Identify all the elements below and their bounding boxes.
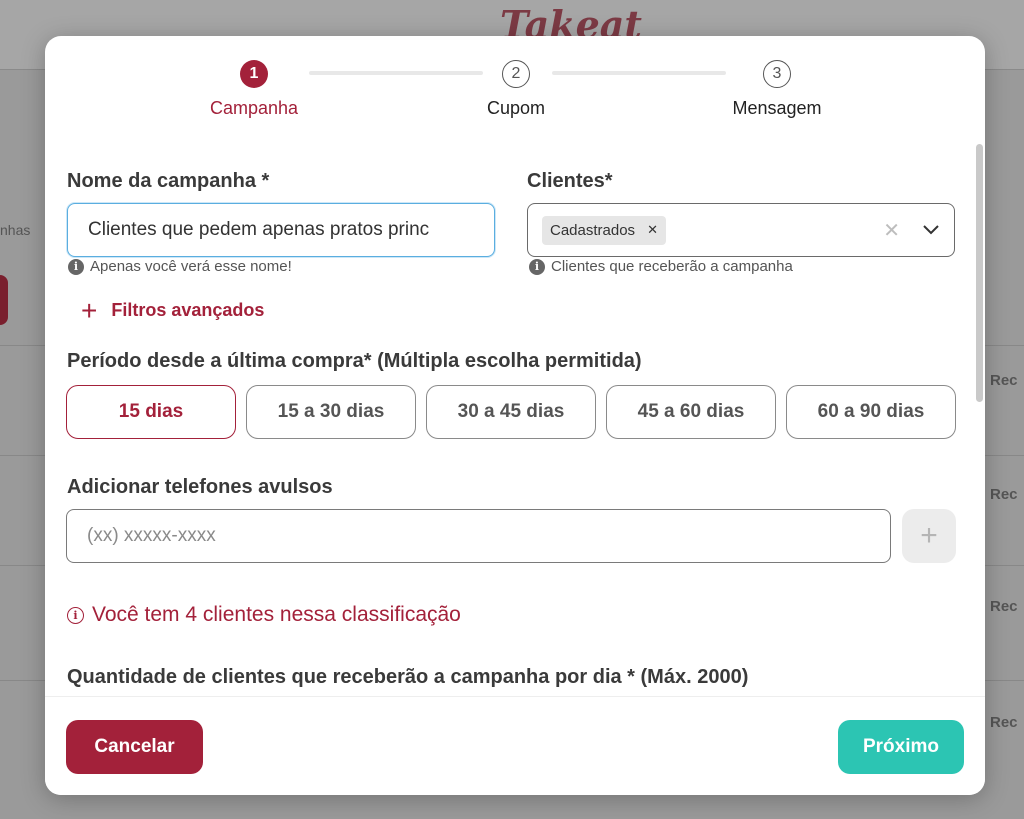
campaign-name-hint: i Apenas você verá esse nome!: [68, 258, 292, 275]
phones-label: Adicionar telefones avulsos: [67, 476, 333, 498]
hint-text: Clientes que receberão a campanha: [551, 258, 793, 275]
background-right-text: Rec: [990, 714, 1018, 731]
period-option-30-45[interactable]: 30 a 45 dias: [426, 385, 596, 439]
step-label: Mensagem: [732, 98, 822, 118]
clients-hint: i Clientes que receberão a campanha: [529, 258, 793, 275]
hint-text: Apenas você verá esse nome!: [90, 258, 292, 275]
step-number: 3: [763, 60, 791, 88]
background-side-text: nhas: [0, 222, 31, 238]
period-label: Período desde a última compra* (Múltipla…: [67, 350, 642, 372]
advanced-filters-label: Filtros avançados: [111, 300, 265, 320]
chip-label: Cadastrados: [550, 221, 636, 239]
notice-text: Você tem 4 clientes nessa classificação: [92, 603, 461, 626]
campaign-modal: 1 Campanha 2 Cupom 3 Mensagem Nome da ca…: [45, 36, 985, 795]
info-icon: i: [529, 258, 545, 275]
daily-clients-label: Quantidade de clientes que receberão a c…: [67, 666, 749, 688]
add-phone-button[interactable]: +: [902, 509, 956, 563]
step-label: Cupom: [486, 98, 546, 118]
modal-scroll-area[interactable]: 1 Campanha 2 Cupom 3 Mensagem Nome da ca…: [45, 36, 985, 696]
step-label: Campanha: [209, 98, 299, 118]
clients-label: Clientes*: [527, 170, 613, 192]
info-icon: i: [67, 606, 84, 624]
clear-icon[interactable]: ✕: [883, 218, 900, 243]
chevron-down-icon[interactable]: [922, 224, 940, 236]
chip-remove-icon[interactable]: ✕: [647, 222, 658, 238]
plus-icon: +: [920, 519, 938, 552]
campaign-name-input[interactable]: Clientes que pedem apenas pratos princ: [67, 203, 495, 257]
period-option-45-60[interactable]: 45 a 60 dias: [606, 385, 776, 439]
step-number: 2: [502, 60, 530, 88]
step-mensagem[interactable]: 3 Mensagem: [697, 60, 857, 119]
background-right-text: Rec: [990, 598, 1018, 615]
campaign-name-label: Nome da campanha *: [67, 170, 270, 192]
clients-select[interactable]: Cadastrados ✕ ✕: [527, 203, 955, 257]
scrollbar[interactable]: [976, 144, 983, 402]
next-button[interactable]: Próximo: [838, 720, 964, 774]
advanced-filters-button[interactable]: + Filtros avançados: [81, 294, 265, 326]
background-right-text: Rec: [990, 372, 1018, 389]
step-campanha[interactable]: 1 Campanha: [174, 60, 334, 119]
phone-input[interactable]: (xx) xxxxx-xxxx: [66, 509, 891, 563]
clients-count-notice: i Você tem 4 clientes nessa classificaçã…: [67, 603, 461, 627]
campaign-name-value: Clientes que pedem apenas pratos princ: [88, 219, 430, 240]
background-right-text: Rec: [990, 486, 1018, 503]
step-cupom[interactable]: 2 Cupom: [436, 60, 596, 119]
client-chip: Cadastrados ✕: [542, 215, 666, 245]
plus-icon: +: [81, 294, 98, 326]
phone-placeholder: (xx) xxxxx-xxxx: [87, 525, 216, 546]
step-number: 1: [240, 60, 268, 88]
cancel-button[interactable]: Cancelar: [66, 720, 203, 774]
info-icon: i: [68, 258, 84, 275]
modal-footer: Cancelar Próximo: [45, 696, 985, 795]
period-option-15-30[interactable]: 15 a 30 dias: [246, 385, 416, 439]
background-side-button: [0, 275, 8, 325]
period-option-60-90[interactable]: 60 a 90 dias: [786, 385, 956, 439]
period-option-15[interactable]: 15 dias: [66, 385, 236, 439]
